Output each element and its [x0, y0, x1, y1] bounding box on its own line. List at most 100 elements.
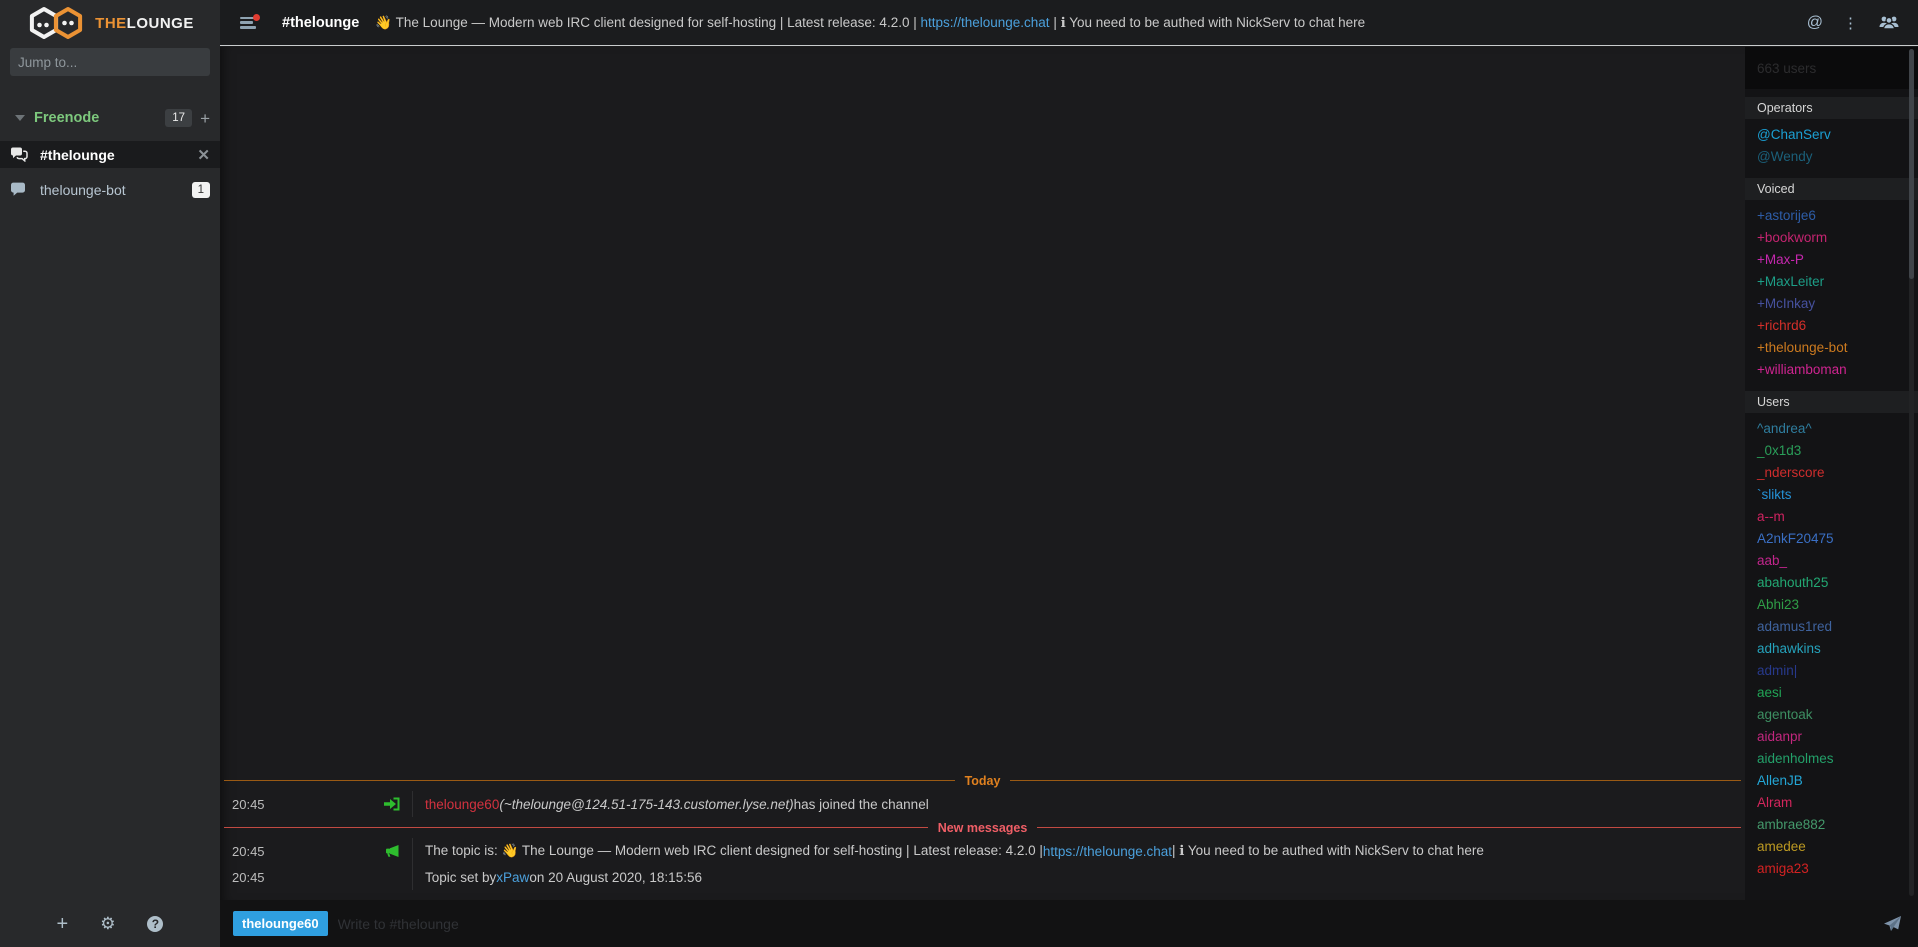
query-name: thelounge-bot	[40, 182, 192, 198]
message-time: 20:45	[220, 791, 282, 817]
userlist-item[interactable]: Abhi23	[1745, 594, 1918, 616]
message-input[interactable]	[338, 916, 1883, 932]
userlist-item[interactable]: agentoak	[1745, 704, 1918, 726]
unread-marker-label: New messages	[928, 821, 1038, 835]
userlist-item[interactable]: ambrae882	[1745, 814, 1918, 836]
userlist-scrollbar-thumb[interactable]	[1909, 49, 1914, 279]
join-hostmask: (~thelounge@124.51-175-143.customer.lyse…	[499, 797, 793, 812]
chat-bubbles-icon	[10, 147, 30, 162]
app-window: THELOUNGE Freenode 17 + #thelounge ✕ the…	[0, 0, 1918, 947]
userlist-item[interactable]: +McInkay	[1745, 293, 1918, 315]
userlist-item[interactable]: +richrd6	[1745, 315, 1918, 337]
brand-the: THE	[95, 15, 127, 32]
userlist-groups: Operators @ChanServ@Wendy Voiced +astorije6…	[1745, 89, 1918, 880]
topic-msg-pre: The topic is: 👋 The Lounge — Modern web …	[425, 843, 1043, 859]
userlist-item[interactable]: +MaxLeiter	[1745, 271, 1918, 293]
send-button[interactable]	[1883, 915, 1902, 932]
userlist-item[interactable]: adamus1red	[1745, 616, 1918, 638]
close-icon[interactable]: ✕	[197, 146, 210, 164]
gear-icon[interactable]: ⚙	[100, 915, 115, 932]
jump-to-input[interactable]	[10, 55, 203, 70]
left-sidebar: THELOUNGE Freenode 17 + #thelounge ✕ the…	[0, 0, 220, 947]
userlist-item[interactable]: @Wendy	[1745, 146, 1918, 168]
userlist-item[interactable]: Alram	[1745, 792, 1918, 814]
unread-marker: New messages	[220, 817, 1745, 838]
message-join: 20:45 thelounge60 (~thelounge@124.51-175…	[220, 791, 1745, 817]
help-icon[interactable]: ?	[147, 916, 163, 932]
userlist-item[interactable]: a--m	[1745, 506, 1918, 528]
nick-xpaw[interactable]: xPaw	[496, 870, 529, 885]
userlist-item[interactable]: _nderscore	[1745, 462, 1918, 484]
network-row-freenode[interactable]: Freenode 17 +	[0, 104, 220, 132]
userlist-item[interactable]: ^andrea^	[1745, 418, 1918, 440]
message-gutter	[282, 838, 412, 864]
userlist-item[interactable]: +thelounge-bot	[1745, 337, 1918, 359]
chevron-down-icon[interactable]	[15, 115, 25, 121]
hamburger-menu-icon[interactable]	[240, 17, 258, 29]
userlist-item[interactable]: _0x1d3	[1745, 440, 1918, 462]
userlist-item[interactable]: amedee	[1745, 836, 1918, 858]
chat-window[interactable]: Today 20:45 thelounge60 (~thelounge@124.…	[220, 47, 1745, 900]
nick-thelounge60[interactable]: thelounge60	[425, 797, 499, 812]
kebab-menu-icon[interactable]: ⋮	[1843, 14, 1858, 32]
userlist-item[interactable]: aab_	[1745, 550, 1918, 572]
users-group-icon[interactable]	[1878, 15, 1900, 30]
userlist-group-header: Users	[1745, 391, 1918, 413]
unread-badge: 1	[192, 182, 210, 198]
topic-msg-link[interactable]: https://thelounge.chat	[1043, 844, 1172, 859]
message-gutter	[282, 791, 412, 817]
topic-text-post: | ℹ You need to be authed with NickServ …	[1050, 15, 1366, 30]
notification-dot	[253, 14, 260, 21]
jump-to-search[interactable]	[10, 48, 210, 76]
topbar-actions: @ ⋮	[1807, 14, 1900, 32]
userlist-item[interactable]: A2nkF20475	[1745, 528, 1918, 550]
app-logo: THELOUNGE	[0, 0, 220, 46]
userlist-search-input[interactable]	[1745, 61, 1918, 76]
speech-bubble-icon	[10, 182, 30, 197]
plus-icon[interactable]: +	[200, 110, 210, 127]
message-text: Topic set by xPaw on 20 August 2020, 18:…	[412, 864, 1745, 890]
userlist-item[interactable]: aidenholmes	[1745, 748, 1918, 770]
message-time: 20:45	[220, 864, 282, 890]
userlist-item[interactable]: +williamboman	[1745, 359, 1918, 381]
message-time: 20:45	[220, 838, 282, 864]
network-name[interactable]: Freenode	[34, 110, 165, 126]
topic-link[interactable]: https://thelounge.chat	[920, 15, 1049, 30]
userlist-item[interactable]: +astorije6	[1745, 205, 1918, 227]
userlist-item[interactable]: +Max-P	[1745, 249, 1918, 271]
date-marker-label: Today	[955, 774, 1011, 788]
channel-topic: 👋 The Lounge — Modern web IRC client des…	[375, 15, 1794, 31]
userlist-item[interactable]: aidanpr	[1745, 726, 1918, 748]
network-unread-badge: 17	[165, 109, 192, 127]
message-topic: 20:45 The topic is: 👋 The Lounge — Moder…	[220, 838, 1745, 864]
userlist-item[interactable]: AllenJB	[1745, 770, 1918, 792]
join-arrow-icon	[383, 797, 400, 811]
sidebar-item-thelounge-bot[interactable]: thelounge-bot 1	[0, 176, 220, 203]
topic-msg-post: | ℹ You need to be authed with NickServ …	[1172, 843, 1484, 859]
current-nick-button[interactable]: thelounge60	[233, 911, 328, 936]
userlist-item[interactable]: aesi	[1745, 682, 1918, 704]
channel-title: #thelounge	[282, 15, 359, 31]
userlist-search[interactable]	[1745, 47, 1918, 89]
userlist-item[interactable]: `slikts	[1745, 484, 1918, 506]
add-network-button[interactable]: +	[57, 914, 69, 934]
sidebar-item-thelounge[interactable]: #thelounge ✕	[0, 141, 220, 168]
join-action-text: has joined the channel	[794, 797, 929, 812]
megaphone-icon	[384, 844, 400, 858]
message-text: thelounge60 (~thelounge@124.51-175-143.c…	[412, 791, 1745, 817]
userlist-item[interactable]: adhawkins	[1745, 638, 1918, 660]
userlist-group-header: Operators	[1745, 97, 1918, 119]
userlist-item[interactable]: @ChanServ	[1745, 124, 1918, 146]
userlist-item[interactable]: amiga23	[1745, 858, 1918, 880]
brand-wordmark: THELOUNGE	[95, 15, 194, 32]
mentions-at-icon[interactable]: @	[1807, 14, 1823, 32]
thelounge-hexagons-icon	[26, 6, 88, 40]
date-marker-today: Today	[220, 770, 1745, 791]
userlist-group-header: Voiced	[1745, 178, 1918, 200]
userlist-item[interactable]: +bookworm	[1745, 227, 1918, 249]
channel-name: #thelounge	[40, 147, 197, 163]
message-text: The topic is: 👋 The Lounge — Modern web …	[412, 838, 1745, 864]
setby-pre: Topic set by	[425, 870, 496, 885]
userlist-item[interactable]: admin|	[1745, 660, 1918, 682]
userlist-item[interactable]: abahouth25	[1745, 572, 1918, 594]
